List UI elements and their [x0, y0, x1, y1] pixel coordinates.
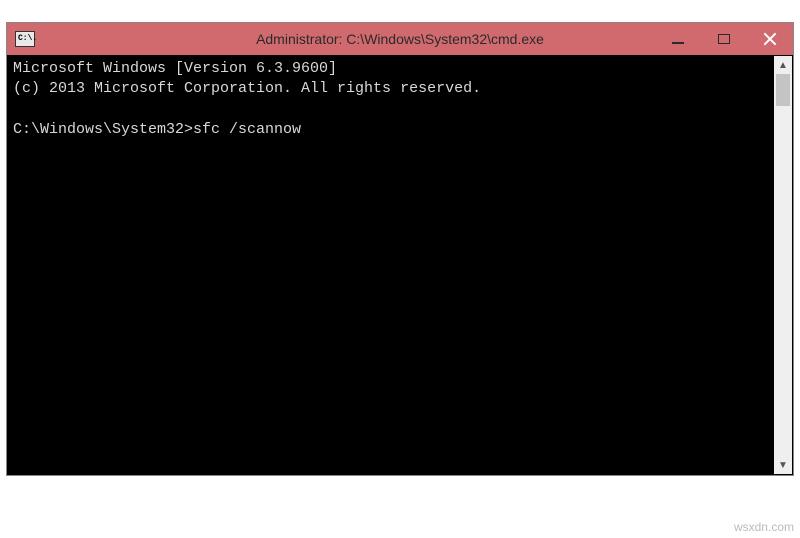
- vertical-scrollbar[interactable]: ▲ ▼: [774, 56, 792, 474]
- minimize-button[interactable]: [655, 23, 701, 55]
- cmd-window: C:\. Administrator: C:\Windows\System32\…: [6, 22, 794, 476]
- terminal-output[interactable]: Microsoft Windows [Version 6.3.9600] (c)…: [7, 55, 793, 475]
- copyright-line: (c) 2013 Microsoft Corporation. All righ…: [13, 80, 481, 97]
- typed-command: sfc /scannow: [193, 121, 301, 138]
- minimize-icon: [672, 42, 684, 44]
- close-button[interactable]: [747, 23, 793, 55]
- maximize-button[interactable]: [701, 23, 747, 55]
- cmd-icon: C:\.: [15, 31, 35, 47]
- maximize-icon: [718, 34, 730, 44]
- scroll-down-button[interactable]: ▼: [774, 456, 792, 474]
- watermark-text: wsxdn.com: [734, 520, 794, 534]
- prompt: C:\Windows\System32>: [13, 121, 193, 138]
- version-line: Microsoft Windows [Version 6.3.9600]: [13, 60, 337, 77]
- scroll-thumb[interactable]: [776, 74, 790, 106]
- scroll-track[interactable]: [774, 74, 792, 456]
- titlebar[interactable]: C:\. Administrator: C:\Windows\System32\…: [7, 23, 793, 55]
- scroll-up-button[interactable]: ▲: [774, 56, 792, 74]
- close-icon: [763, 32, 777, 46]
- window-controls: [655, 23, 793, 55]
